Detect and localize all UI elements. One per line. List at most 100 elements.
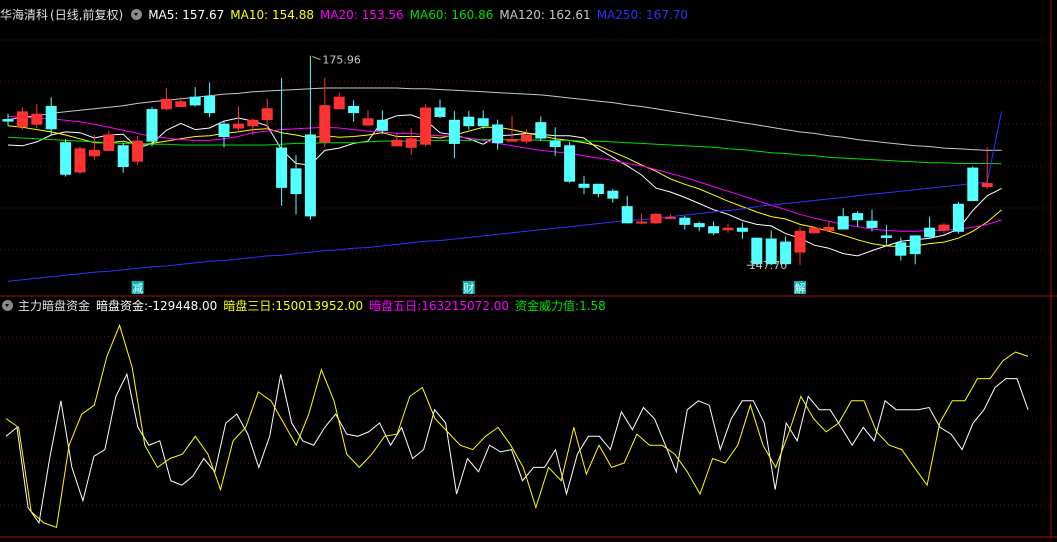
candle-up (103, 134, 115, 151)
stock-title: 华海清科 (日线,前复权) (0, 8, 124, 22)
sub-header: 主力暗盘资金 暗盘资金:-129448.00 暗盘三日:150013952.00 暗盘… (0, 296, 612, 316)
candle-down (434, 107, 446, 117)
indicator-0: MA5: 157.67 (148, 8, 225, 22)
candle-down (218, 123, 230, 138)
dropdown-icon[interactable] (2, 300, 13, 311)
candle-up (636, 221, 648, 224)
candle-down (549, 140, 561, 148)
candle-up (722, 227, 734, 231)
main-header: 华海清科 (日线,前复权) MA5: 157.67 MA10: 154.88 MA20:… (0, 5, 694, 25)
candle-down (45, 105, 57, 130)
candle-down (2, 119, 14, 122)
indicator-1: MA10: 154.88 (230, 8, 314, 22)
indicator-label: 暗盘资金 (96, 299, 145, 313)
sub-series-line-0 (5, 372, 1029, 525)
candle-down (852, 213, 864, 221)
candle-up (506, 139, 518, 142)
candle-up (16, 111, 28, 127)
indicator-label: 资金威力值 (515, 299, 576, 313)
candle-down (736, 227, 748, 232)
candle-up (420, 107, 432, 145)
indicator-value: 162.61 (548, 8, 591, 22)
indicator-value: 1.58 (579, 299, 606, 313)
candle-down (895, 242, 907, 256)
candle-down (189, 96, 201, 106)
indicator-4: MA120: 162.61 (499, 8, 591, 22)
indicator-label: MA20 (319, 8, 354, 22)
candle-down (880, 235, 892, 238)
candle-up (520, 134, 532, 142)
candle-down (679, 217, 691, 225)
candle-down (60, 142, 72, 175)
candle-down (607, 190, 619, 199)
indicator-label: MA5 (148, 8, 175, 22)
indicator-value: 150013952.00 (275, 299, 364, 313)
candle-up (333, 96, 345, 110)
candle-down (967, 167, 979, 201)
candle-up (247, 119, 259, 127)
sub-indicator-list: 暗盘资金:-129448.00 暗盘三日:150013952.00 暗盘五日:163… (96, 299, 612, 313)
chart-stage: 175.96 147.70 减 财 解 (0, 0, 1057, 538)
indicator-value: 163215072.00 (421, 299, 510, 313)
candle-down (924, 227, 936, 238)
candle-down (117, 145, 129, 168)
candle-up (938, 224, 950, 231)
high-arrow (312, 56, 321, 61)
candle-up (794, 230, 806, 253)
candle-up (88, 149, 100, 157)
candle-down (477, 118, 489, 127)
candle-down (492, 124, 504, 144)
dropdown-icon[interactable] (131, 9, 143, 20)
candle-up (391, 139, 403, 147)
candle-down (376, 119, 388, 131)
event-marker-label: 减 (132, 282, 143, 295)
low-label: 147.70 (749, 259, 788, 272)
candle-down (276, 147, 288, 188)
candle-up (175, 101, 187, 107)
candle-up (808, 227, 820, 234)
candle-down (304, 134, 316, 217)
candle-down (348, 105, 360, 114)
sub-series-line-1 (5, 323, 1029, 528)
candle-down (146, 109, 158, 142)
indicator-0: 暗盘资金:-129448.00 (96, 299, 218, 313)
candle-up (319, 105, 331, 143)
candle-up (664, 216, 676, 219)
event-marker-label: 解 (795, 281, 806, 295)
chart-svg: 175.96 147.70 减 财 解 (0, 0, 1057, 538)
candle-up (362, 118, 374, 126)
candle-up (981, 183, 993, 188)
indicator-label: MA10 (230, 8, 265, 22)
candle-down (578, 183, 590, 188)
indicator-2: MA20: 153.56 (319, 8, 404, 22)
candle-down (952, 203, 964, 232)
indicator-value: -129448.00 (148, 299, 218, 313)
main-indicator-list: MA5: 157.67 MA10: 154.88 MA20: 153.56 MA60:… (148, 8, 694, 22)
candle-down (463, 116, 475, 127)
indicator-value: 167.70 (646, 8, 689, 22)
indicator-label: MA60 (409, 8, 444, 22)
candle-down (448, 119, 460, 144)
high-label: 175.96 (322, 54, 361, 67)
candle-down (564, 145, 576, 182)
candle-down (693, 223, 705, 228)
indicator-label: MA250 (596, 8, 639, 22)
indicator-2: 暗盘五日:163215072.00 (369, 299, 510, 313)
candle-up (823, 226, 835, 232)
candle-down (621, 206, 633, 224)
candle-up (132, 140, 144, 162)
candle-up (650, 213, 662, 224)
candle-down (204, 95, 216, 114)
candle-down (708, 226, 720, 234)
candle-up (232, 123, 244, 129)
candle-up (160, 99, 172, 110)
indicator-value: 160.86 (451, 8, 494, 22)
candle-up (74, 148, 86, 173)
indicator-value: 157.67 (182, 8, 225, 22)
candle-up (405, 138, 417, 148)
indicator-1: 暗盘三日:150013952.00 (223, 299, 364, 313)
candle-down (535, 122, 547, 139)
candle-down (290, 168, 302, 195)
indicator-3: 资金威力值:1.58 (515, 299, 606, 313)
candle-down (837, 216, 849, 230)
